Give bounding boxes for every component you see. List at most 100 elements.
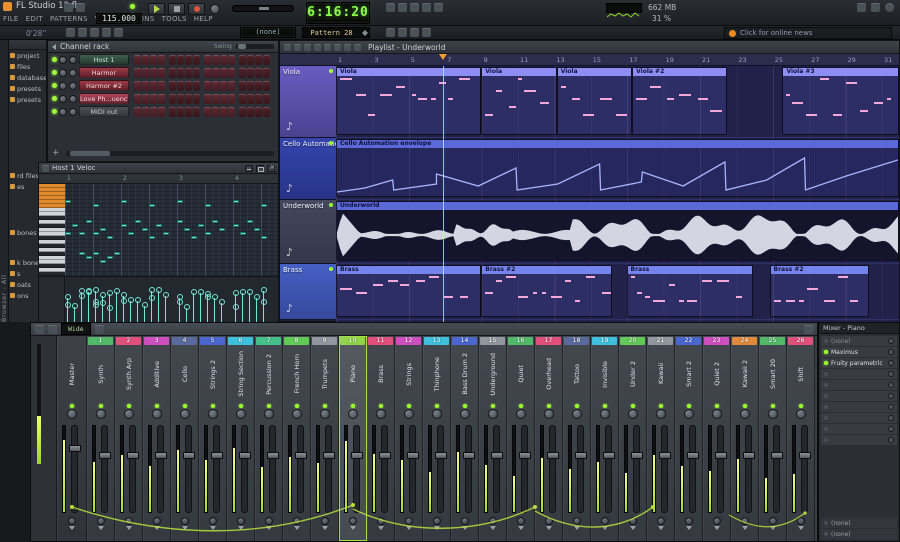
step-cell[interactable] bbox=[158, 94, 165, 104]
playlist-track-row[interactable]: BrassBrass #2BrassBrass #2 bbox=[336, 264, 899, 320]
step-cell[interactable] bbox=[150, 107, 157, 117]
new-project-icon[interactable] bbox=[64, 3, 73, 12]
notes-clip[interactable]: Viola bbox=[481, 67, 556, 135]
step-cell[interactable] bbox=[185, 81, 192, 91]
step-cell[interactable] bbox=[142, 94, 149, 104]
step-cell[interactable] bbox=[169, 55, 176, 65]
fader-track[interactable] bbox=[577, 425, 584, 513]
strip-enable-led[interactable] bbox=[675, 402, 702, 409]
notes-clip[interactable]: Brass bbox=[336, 265, 481, 317]
track-number-tab[interactable]: 17 bbox=[536, 337, 561, 345]
effect-slot-8[interactable] bbox=[821, 413, 897, 423]
playlist-ruler[interactable]: 135791113151719212325272931 bbox=[280, 54, 899, 66]
effect-slot-3[interactable]: Fruity parametric EQ 2 bbox=[821, 358, 897, 368]
step-cell[interactable] bbox=[158, 81, 165, 91]
send-knob[interactable] bbox=[797, 517, 805, 525]
fader-handle[interactable] bbox=[211, 452, 223, 459]
audio-input-select[interactable]: (none) bbox=[821, 518, 897, 528]
snap-setting-icon[interactable] bbox=[386, 28, 395, 37]
channel-button[interactable]: Harmor bbox=[79, 67, 129, 78]
slot-mix-knob[interactable] bbox=[888, 393, 894, 399]
track-number-tab[interactable]: 13 bbox=[424, 337, 449, 345]
note[interactable] bbox=[205, 232, 211, 235]
route-arrow-icon[interactable] bbox=[798, 526, 804, 530]
mixer-strip-quiet[interactable]: 16Quiet bbox=[507, 336, 535, 541]
send-knob[interactable] bbox=[265, 517, 273, 525]
fader-handle[interactable] bbox=[687, 452, 699, 459]
step-cell[interactable] bbox=[177, 107, 184, 117]
playlist-grid[interactable]: ViolaViolaViolaViola #2Viola #3Cello Aut… bbox=[336, 66, 899, 322]
fader-track[interactable] bbox=[437, 425, 444, 513]
tempo-display[interactable]: 115.000 bbox=[96, 13, 142, 24]
notes-clip[interactable]: Brass #2 bbox=[770, 265, 869, 317]
note[interactable] bbox=[93, 232, 99, 235]
track-number-tab[interactable]: 26 bbox=[788, 337, 813, 345]
track-number-tab[interactable]: 1 bbox=[88, 337, 113, 345]
fader-track[interactable] bbox=[71, 425, 78, 513]
step-cell[interactable] bbox=[193, 68, 200, 78]
channel-enable-led[interactable] bbox=[52, 57, 57, 62]
channel-button[interactable]: Host 1 bbox=[79, 54, 129, 65]
mixer-detach-icon[interactable] bbox=[48, 325, 57, 334]
mixer-window-icon[interactable] bbox=[422, 3, 431, 12]
step-cell[interactable] bbox=[158, 107, 165, 117]
route-arrow-icon[interactable] bbox=[434, 526, 440, 530]
open-file-icon[interactable] bbox=[76, 3, 85, 12]
channel-volume-knob[interactable] bbox=[69, 82, 77, 90]
mixer-strip-kawaii-2[interactable]: 24Kawaii 2 bbox=[731, 336, 759, 541]
step-cell[interactable] bbox=[158, 55, 165, 65]
mixer-strip-trumpets[interactable]: 9Trumpets bbox=[311, 336, 339, 541]
track-number-tab[interactable]: 8 bbox=[284, 337, 309, 345]
velocity-stem[interactable] bbox=[67, 306, 68, 322]
strip-pan-knob[interactable] bbox=[227, 409, 254, 421]
paint-tool-icon[interactable] bbox=[304, 44, 311, 51]
fader-track[interactable] bbox=[381, 425, 388, 513]
fader-track[interactable] bbox=[633, 425, 640, 513]
step-cell[interactable] bbox=[185, 55, 192, 65]
velocity-stem[interactable] bbox=[200, 293, 201, 322]
fader-handle[interactable] bbox=[99, 452, 111, 459]
channel-enable-led[interactable] bbox=[52, 83, 57, 88]
recording-mode-icon[interactable] bbox=[66, 28, 75, 37]
fader-track[interactable] bbox=[409, 425, 416, 513]
note[interactable] bbox=[86, 256, 92, 259]
fader-handle[interactable] bbox=[351, 452, 363, 459]
fader-track[interactable] bbox=[465, 425, 472, 513]
fader-track[interactable] bbox=[773, 425, 780, 513]
loop-record-icon[interactable] bbox=[78, 28, 87, 37]
step-cell[interactable] bbox=[142, 81, 149, 91]
slot-mix-knob[interactable] bbox=[888, 360, 894, 366]
channel-volume-knob[interactable] bbox=[69, 95, 77, 103]
channel-enable-led[interactable] bbox=[52, 96, 57, 101]
mixer-strip-bass-drum-2[interactable]: 14Bass Drum 2 bbox=[451, 336, 479, 541]
delete-tool-icon[interactable] bbox=[314, 44, 321, 51]
channel-volume-knob[interactable] bbox=[69, 56, 77, 64]
strip-enable-led[interactable] bbox=[535, 402, 562, 409]
send-knob[interactable] bbox=[237, 517, 245, 525]
mixer-strip-smart-2[interactable]: 22Smart 2 bbox=[675, 336, 703, 541]
effect-slot-5[interactable] bbox=[821, 380, 897, 390]
route-arrow-icon[interactable] bbox=[154, 526, 160, 530]
route-arrow-icon[interactable] bbox=[658, 526, 664, 530]
channel-pan-knob[interactable] bbox=[59, 69, 67, 77]
playlist-window-icon[interactable] bbox=[386, 3, 395, 12]
slot-led[interactable] bbox=[824, 438, 828, 442]
strip-pan-knob[interactable] bbox=[115, 409, 142, 421]
channel-rack-header[interactable]: Channel rack Swing bbox=[48, 41, 278, 53]
step-cell[interactable] bbox=[169, 81, 176, 91]
step-cell[interactable] bbox=[177, 55, 184, 65]
step-cell[interactable] bbox=[263, 81, 270, 91]
swing-slider[interactable] bbox=[236, 44, 274, 49]
note[interactable] bbox=[149, 204, 155, 207]
strip-enable-led[interactable] bbox=[115, 402, 142, 409]
step-cell[interactable] bbox=[228, 55, 235, 65]
slot-led[interactable] bbox=[824, 405, 828, 409]
strip-pan-knob[interactable] bbox=[647, 409, 674, 421]
strip-enable-led[interactable] bbox=[703, 402, 730, 409]
strip-enable-led[interactable] bbox=[367, 402, 394, 409]
track-number-tab[interactable]: 12 bbox=[396, 337, 421, 345]
fader-track[interactable] bbox=[689, 425, 696, 513]
strip-enable-led[interactable] bbox=[647, 402, 674, 409]
channel-volume-knob[interactable] bbox=[69, 69, 77, 77]
mixer-strip-brass[interactable]: 11Brass bbox=[367, 336, 395, 541]
